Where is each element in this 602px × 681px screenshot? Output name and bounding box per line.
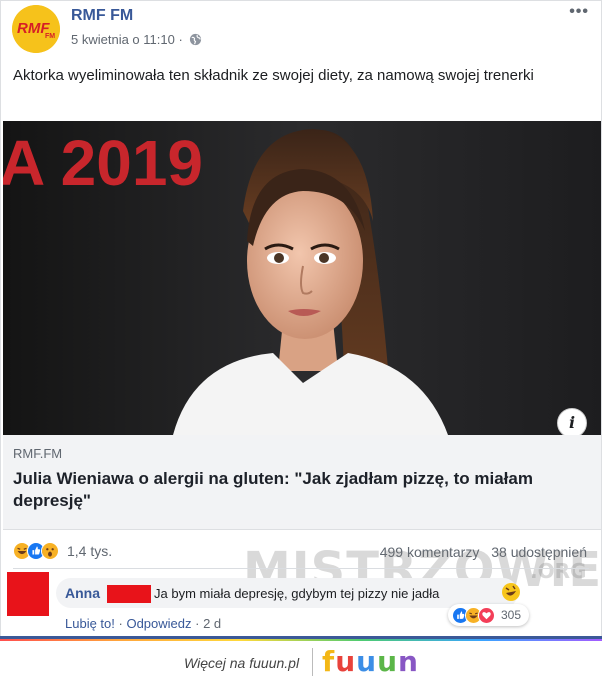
- redaction-bar: [107, 585, 151, 603]
- footer-separator: [312, 648, 313, 676]
- love-icon: [478, 606, 495, 624]
- portrait-photo: A 2019: [3, 121, 601, 435]
- info-button[interactable]: i: [557, 408, 587, 435]
- logo-letter: n: [398, 645, 419, 678]
- more-options-button[interactable]: •••: [569, 3, 589, 21]
- comment-text: Ja bym miała depresję, gdybym tej pizzy …: [154, 586, 440, 601]
- backdrop-text: A 2019: [3, 127, 203, 199]
- link-title[interactable]: Julia Wieniawa o alergii na gluten: "Jak…: [13, 468, 573, 512]
- fuuun-logo[interactable]: fuuun: [322, 645, 419, 678]
- divider: [13, 568, 589, 569]
- logo-letter: f: [322, 645, 336, 678]
- logo-letter: u: [356, 645, 378, 678]
- svg-text:FM: FM: [45, 33, 55, 40]
- page-avatar[interactable]: RMF FM: [12, 5, 60, 53]
- post-text: Aktorka wyeliminowała ten składnik ze sw…: [13, 67, 534, 84]
- rofl-emoji-icon: [502, 583, 520, 601]
- comment-avatar-redacted[interactable]: [7, 572, 49, 616]
- rmf-logo-icon: RMF FM: [12, 5, 60, 53]
- wow-icon: [41, 542, 59, 560]
- post-image[interactable]: A 2019 i: [3, 121, 601, 435]
- comment-reactions[interactable]: 305: [448, 604, 530, 626]
- link-domain: RMF.FM: [13, 446, 63, 461]
- reaction-summary[interactable]: 1,4 tys.: [13, 542, 112, 560]
- globe-icon: [189, 33, 201, 46]
- comment-age[interactable]: 2 d: [203, 616, 221, 631]
- logo-letter: u: [335, 645, 357, 678]
- facebook-post: RMF FM RMF FM 5 kwietnia o 11:10 · ••• A…: [0, 0, 602, 636]
- link-preview-card[interactable]: RMF.FM Julia Wieniawa o alergii na glute…: [3, 435, 601, 530]
- comment-reaction-count: 305: [501, 608, 522, 622]
- comment-bubble: Anna Ja bym miała depresję, gdybym tej p…: [56, 578, 520, 608]
- logo-letter: u: [377, 645, 398, 678]
- reaction-count: 1,4 tys.: [67, 543, 113, 559]
- comment-author[interactable]: Anna: [65, 585, 100, 601]
- post-timestamp[interactable]: 5 kwietnia o 11:10 ·: [71, 32, 183, 47]
- separator-dot: ·: [195, 616, 204, 631]
- page-name[interactable]: RMF FM: [71, 7, 133, 25]
- reply-link[interactable]: Odpowiedz: [126, 616, 191, 631]
- footer-rule-gradient: [0, 639, 602, 641]
- post-meta: 5 kwietnia o 11:10 ·: [71, 32, 202, 47]
- like-comment-link[interactable]: Lubię to!: [65, 616, 115, 631]
- comment-actions: Lubię to! · Odpowiedz · 2 d: [65, 616, 221, 631]
- footer-text[interactable]: Więcej na fuuun.pl: [184, 655, 299, 671]
- watermark-suffix: .ORG: [530, 559, 587, 583]
